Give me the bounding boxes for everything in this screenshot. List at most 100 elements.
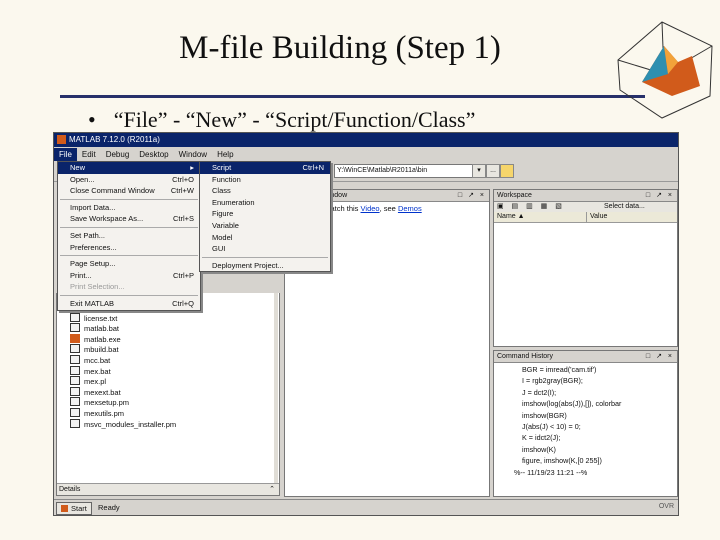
menu-file[interactable]: File bbox=[54, 148, 77, 161]
history-entry[interactable]: J = dct2(I); bbox=[494, 387, 677, 398]
submenu-arrow-icon: ▸ bbox=[190, 163, 194, 172]
menu-separator bbox=[60, 255, 198, 257]
file-name: mex.pl bbox=[84, 377, 107, 387]
file-item[interactable]: matlab.bat bbox=[70, 323, 176, 334]
details-bar: Details ⌃ bbox=[57, 483, 279, 495]
matlab-screenshot: MATLAB 7.12.0 (R2011a) File Edit Debug Desk… bbox=[53, 132, 679, 516]
history-entry[interactable]: imshow(K) bbox=[494, 444, 677, 455]
file-item[interactable]: mexutils.pm bbox=[70, 407, 176, 419]
file-menu-dropdown: New ▸ Open... Ctrl+O Close Command Window C… bbox=[57, 161, 201, 311]
new-submenu-dropdown: Script Ctrl+N Function Class Enumeration … bbox=[199, 161, 331, 273]
file-name: mexutils.pm bbox=[84, 408, 125, 418]
workspace-tool-icons[interactable]: ▣ ▤ ▥ ▦ ▧ bbox=[494, 203, 565, 210]
bullet-icon: • bbox=[88, 107, 96, 132]
details-label: Details bbox=[59, 486, 81, 493]
menu-item-model[interactable]: Model bbox=[200, 232, 330, 244]
menu-item-gui[interactable]: GUI bbox=[200, 243, 330, 255]
video-link[interactable]: Video bbox=[361, 204, 380, 213]
file-icon bbox=[70, 376, 80, 386]
file-item[interactable]: matlab.exe bbox=[70, 333, 176, 345]
file-item[interactable]: license.txt bbox=[70, 312, 176, 324]
file-item[interactable]: mex.bat bbox=[70, 365, 176, 377]
menu-item-label: Exit MATLAB bbox=[70, 298, 115, 308]
column-value-header[interactable]: Value bbox=[586, 212, 607, 222]
current-folder-path-input[interactable]: Y:\WinCE\Matlab\R2011a\bin bbox=[334, 164, 473, 178]
file-name: mexsetup.pm bbox=[84, 398, 130, 408]
title-underline bbox=[60, 95, 645, 98]
start-button[interactable]: Start bbox=[56, 502, 92, 515]
history-entry[interactable]: I = rgb2gray(BGR); bbox=[494, 375, 677, 386]
browse-folder-button[interactable]: ... bbox=[486, 164, 500, 178]
menu-item-new[interactable]: New ▸ bbox=[58, 162, 200, 174]
menu-debug[interactable]: Debug bbox=[101, 148, 135, 161]
column-name-header[interactable]: Name ▲ bbox=[497, 212, 525, 222]
file-name: license.txt bbox=[84, 313, 118, 323]
workspace-header: Workspace □ ↗ × bbox=[494, 190, 677, 202]
menu-item-close-command-window[interactable]: Close Command Window Ctrl+W bbox=[58, 185, 200, 197]
expand-chevron-icon[interactable]: ⌃ bbox=[269, 484, 275, 495]
history-entry[interactable]: figure, imshow(K,[0 255]) bbox=[494, 455, 677, 466]
file-item[interactable]: mex.pl bbox=[70, 376, 176, 387]
file-name: matlab.exe bbox=[84, 334, 121, 344]
menu-edit[interactable]: Edit bbox=[77, 148, 101, 161]
start-icon bbox=[61, 505, 68, 512]
menu-item-open[interactable]: Open... Ctrl+O bbox=[58, 174, 200, 186]
status-ready: Ready bbox=[98, 503, 120, 512]
history-entry[interactable]: K = idct2(J); bbox=[494, 432, 677, 443]
panel-controls-icon[interactable]: □ ↗ × bbox=[646, 190, 674, 201]
history-list: BGR = imread('cam.tif') I = rgb2gray(BGR… bbox=[494, 364, 677, 478]
menu-item-print-selection: Print Selection... bbox=[58, 281, 200, 293]
history-entry[interactable]: imshow(BGR) bbox=[494, 410, 677, 421]
window-titlebar: MATLAB 7.12.0 (R2011a) bbox=[54, 133, 678, 147]
matlab-logo-icon bbox=[617, 21, 713, 119]
menu-help[interactable]: Help bbox=[212, 148, 238, 161]
menu-item-shortcut: Ctrl+Q bbox=[172, 298, 194, 308]
panel-controls-icon[interactable]: □ ↗ × bbox=[458, 190, 486, 201]
panel-controls-icon[interactable]: □ ↗ × bbox=[646, 351, 674, 362]
history-session-marker[interactable]: %-- 11/19/23 11:21 --% bbox=[494, 467, 677, 478]
file-name: msvc_modules_installer.pm bbox=[84, 419, 177, 429]
menu-item-variable[interactable]: Variable bbox=[200, 220, 330, 232]
start-label: Start bbox=[71, 504, 87, 513]
menu-item-label: Figure bbox=[212, 209, 234, 219]
menu-item-exit[interactable]: Exit MATLAB Ctrl+Q bbox=[58, 298, 200, 310]
menu-window[interactable]: Window bbox=[174, 148, 212, 161]
file-item[interactable]: mcc.bat bbox=[70, 354, 176, 366]
folder-scrollbar[interactable] bbox=[274, 293, 278, 483]
menu-item-script[interactable]: Script Ctrl+N bbox=[200, 162, 330, 174]
folder-icon[interactable] bbox=[500, 164, 514, 178]
history-entry[interactable]: J(abs(J) < 10) = 0; bbox=[494, 421, 677, 432]
menu-item-label: GUI bbox=[212, 244, 226, 254]
dropdown-icon[interactable]: ▾ bbox=[472, 164, 486, 178]
history-entry[interactable]: BGR = imread('cam.tif') bbox=[494, 364, 677, 375]
menu-item-shortcut: Ctrl+N bbox=[302, 163, 324, 172]
menu-item-figure[interactable]: Figure bbox=[200, 208, 330, 220]
file-icon bbox=[70, 397, 80, 407]
demos-link[interactable]: Demos bbox=[398, 204, 422, 213]
file-item[interactable]: mexsetup.pm bbox=[70, 397, 176, 408]
file-icon bbox=[70, 354, 80, 364]
menu-item-import-data[interactable]: Import Data... bbox=[58, 202, 200, 214]
select-data-dropdown[interactable]: Select data... bbox=[604, 202, 645, 212]
file-item[interactable]: mbuild.bat bbox=[70, 344, 176, 355]
menu-item-shortcut: Ctrl+S bbox=[172, 214, 194, 224]
menu-item-print[interactable]: Print... Ctrl+P bbox=[58, 270, 200, 282]
history-entry[interactable]: imshow(log(abs(J)),[]), colorbar bbox=[494, 398, 677, 409]
slide-title: M-file Building (Step 1) bbox=[179, 30, 501, 66]
menu-item-page-setup[interactable]: Page Setup... bbox=[58, 258, 200, 270]
menu-item-label: Variable bbox=[212, 220, 239, 230]
menu-item-set-path[interactable]: Set Path... bbox=[58, 230, 200, 242]
file-item[interactable]: msvc_modules_installer.pm bbox=[70, 418, 177, 430]
menu-item-function[interactable]: Function bbox=[200, 174, 330, 186]
menu-item-class[interactable]: Class bbox=[200, 185, 330, 197]
menu-item-label: Import Data... bbox=[70, 202, 116, 212]
menu-desktop[interactable]: Desktop bbox=[134, 148, 173, 161]
file-item[interactable]: mexext.bat bbox=[70, 386, 176, 398]
menu-item-enumeration[interactable]: Enumeration bbox=[200, 197, 330, 209]
menu-item-deployment-project[interactable]: Deployment Project... bbox=[200, 260, 330, 272]
menu-item-shortcut: Ctrl+O bbox=[172, 174, 194, 184]
menu-item-shortcut: Ctrl+W bbox=[170, 186, 194, 196]
menu-item-save-workspace[interactable]: Save Workspace As... Ctrl+S bbox=[58, 213, 200, 225]
menu-item-preferences[interactable]: Preferences... bbox=[58, 242, 200, 254]
bullet-text: “File” - “New” - “Script/Function/Class” bbox=[113, 107, 476, 132]
